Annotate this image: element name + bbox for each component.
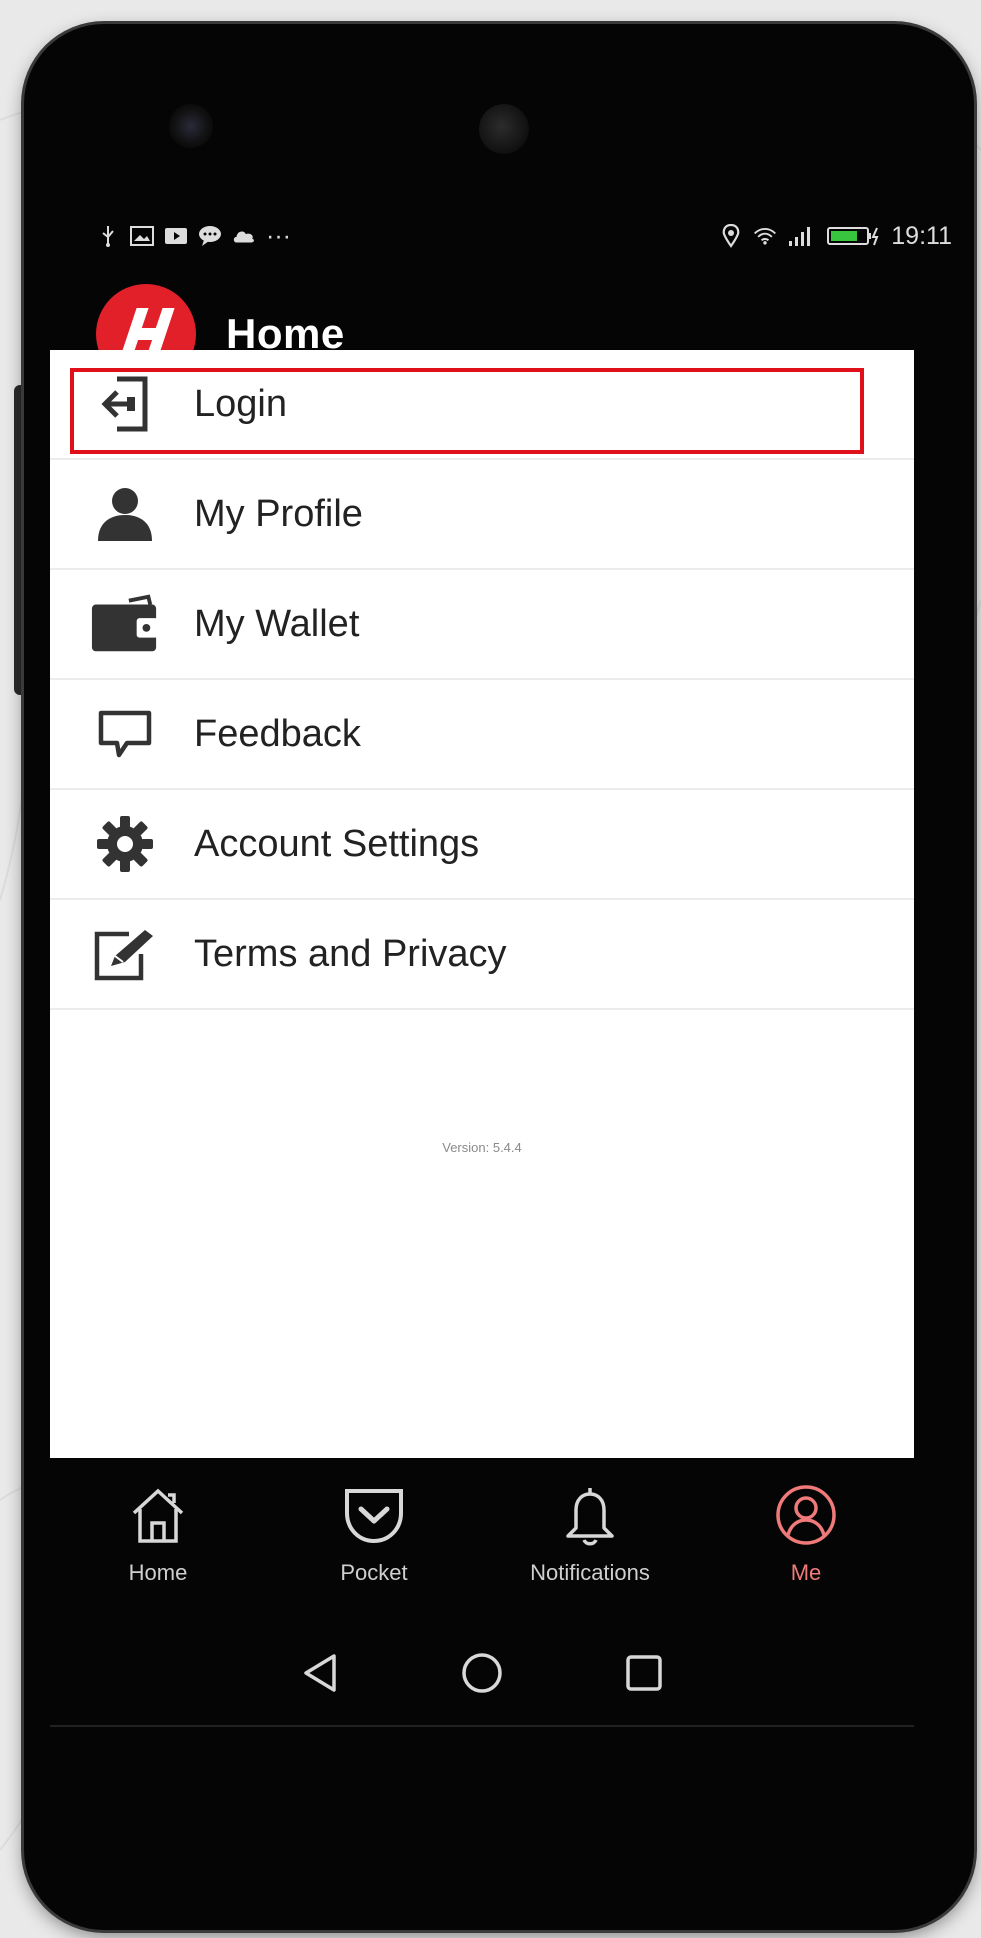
nav-label: Notifications bbox=[530, 1560, 650, 1585]
status-bar: ··· 19:11 bbox=[96, 214, 952, 258]
menu-item-label: Login bbox=[194, 382, 287, 425]
menu-screen: Login My Profile My Wallet Feedback Acco… bbox=[50, 350, 914, 1458]
nav-label: Pocket bbox=[340, 1560, 408, 1585]
menu-item-label: Terms and Privacy bbox=[194, 932, 507, 975]
back-button[interactable] bbox=[300, 1652, 340, 1699]
battery-icon bbox=[827, 225, 881, 247]
nav-item-home[interactable]: Home bbox=[50, 1480, 266, 1620]
bottom-nav: Home Pocket Notifications Me bbox=[50, 1480, 914, 1620]
menu-item-account-settings[interactable]: Account Settings bbox=[50, 790, 914, 900]
nav-item-notifications[interactable]: Notifications bbox=[482, 1480, 698, 1620]
home-system-button[interactable] bbox=[460, 1651, 504, 1700]
status-time: 19:11 bbox=[891, 221, 952, 250]
status-right-icons: 19:11 bbox=[719, 222, 952, 251]
status-more: ··· bbox=[266, 221, 291, 250]
front-camera bbox=[479, 104, 529, 154]
menu-item-my-wallet[interactable]: My Wallet bbox=[50, 570, 914, 680]
status-left-icons: ··· bbox=[96, 222, 291, 251]
recents-square-icon bbox=[626, 1654, 662, 1691]
menu-item-label: Account Settings bbox=[194, 822, 480, 865]
user-circle-icon bbox=[771, 1480, 841, 1550]
login-highlight-box bbox=[70, 368, 864, 454]
signal-icon bbox=[787, 225, 817, 247]
front-sensor bbox=[169, 104, 213, 148]
video-icon bbox=[164, 225, 188, 247]
login-icon bbox=[90, 369, 160, 439]
menu-item-label: My Profile bbox=[194, 492, 363, 535]
menu-item-feedback[interactable]: Feedback bbox=[50, 680, 914, 790]
nav-item-pocket[interactable]: Pocket bbox=[266, 1480, 482, 1620]
nav-item-me[interactable]: Me bbox=[698, 1480, 914, 1620]
gallery-icon bbox=[130, 225, 154, 247]
bell-icon bbox=[555, 1480, 625, 1550]
person-icon bbox=[90, 479, 160, 549]
nav-label: Me bbox=[790, 1560, 822, 1585]
menu-item-login[interactable]: Login bbox=[50, 350, 914, 460]
bottom-divider bbox=[50, 1725, 914, 1727]
home-icon bbox=[123, 1480, 193, 1550]
pocket-icon bbox=[339, 1480, 409, 1550]
menu-item-terms-and-privacy[interactable]: Terms and Privacy bbox=[50, 900, 914, 1010]
menu-item-my-profile[interactable]: My Profile bbox=[50, 460, 914, 570]
home-circle-icon bbox=[462, 1652, 502, 1693]
recents-button[interactable] bbox=[624, 1653, 664, 1698]
wifi-icon bbox=[753, 225, 777, 247]
menu-item-label: My Wallet bbox=[194, 602, 360, 645]
chat-icon bbox=[198, 225, 222, 247]
version-text: Version: 5.4.4 bbox=[442, 1140, 522, 1155]
cloud-icon bbox=[232, 225, 256, 247]
usb-icon bbox=[96, 225, 120, 247]
system-nav-bar bbox=[50, 1640, 914, 1710]
edit-icon bbox=[90, 919, 160, 989]
menu-item-label: Feedback bbox=[194, 712, 361, 755]
location-icon bbox=[719, 224, 743, 248]
nav-label: Home bbox=[128, 1560, 188, 1585]
back-triangle-icon bbox=[304, 1653, 336, 1692]
gear-icon bbox=[90, 809, 160, 879]
wallet-icon bbox=[90, 589, 160, 659]
chat-bubble-icon bbox=[90, 699, 160, 769]
